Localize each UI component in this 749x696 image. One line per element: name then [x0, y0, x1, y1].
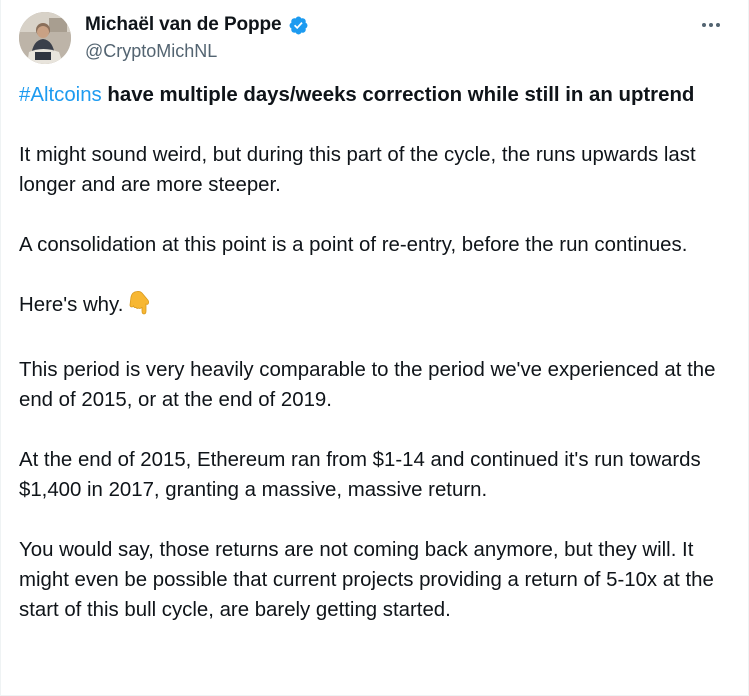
author-display-name[interactable]: Michaël van de Poppe — [85, 14, 282, 36]
tweet-card: Michaël van de Poppe @CryptoMichNL #Altc… — [0, 0, 749, 696]
author-handle[interactable]: @CryptoMichNL — [85, 41, 309, 62]
more-dot — [716, 23, 720, 27]
paragraph: A consolidation at this point is a point… — [19, 234, 688, 256]
author-names: Michaël van de Poppe @CryptoMichNL — [85, 14, 309, 62]
more-horizontal-icon[interactable] — [698, 14, 724, 36]
more-dot — [702, 23, 706, 27]
display-name-row: Michaël van de Poppe — [85, 14, 309, 36]
pointing-down-emoji-icon — [127, 290, 151, 325]
paragraph: It might sound weird, but during this pa… — [19, 144, 696, 196]
paragraph-with-emoji: Here's why. — [19, 290, 734, 325]
more-dot — [709, 23, 713, 27]
paragraph: At the end of 2015, Ethereum ran from $1… — [19, 449, 701, 501]
tweet-headline: #Altcoins have multiple days/weeks corre… — [19, 80, 734, 110]
headline-text: have multiple days/weeks correction whil… — [101, 84, 695, 106]
paragraph: You would say, those returns are not com… — [19, 539, 714, 621]
verified-badge-icon[interactable] — [288, 15, 309, 36]
hashtag-link[interactable]: #Altcoins — [19, 84, 102, 106]
avatar[interactable] — [19, 12, 71, 64]
tweet-header: Michaël van de Poppe @CryptoMichNL — [19, 12, 730, 64]
paragraph-text: Here's why. — [19, 294, 124, 316]
tweet-text: #Altcoins have multiple days/weeks corre… — [19, 80, 734, 655]
paragraph: This period is very heavily comparable t… — [19, 359, 716, 411]
